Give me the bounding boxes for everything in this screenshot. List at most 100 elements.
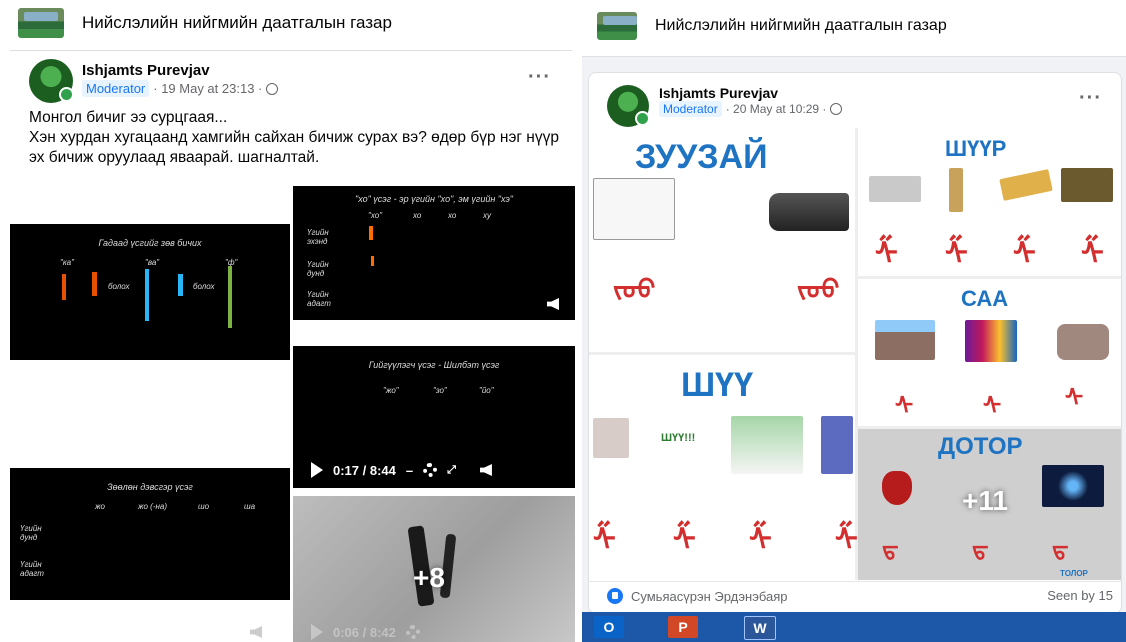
space-picture xyxy=(1042,465,1104,507)
video-thumbnail-2[interactable]: "хо" үсэг - эр үгийн "хо", эм үгийн "хэ"… xyxy=(293,186,575,320)
group-title[interactable]: Нийслэлийн нийгмийн даатгалын газар xyxy=(655,17,947,35)
more-options-icon[interactable]: ··· xyxy=(528,66,551,89)
left-panel: Нийслэлийн нийгмийн даатгалын газар Ishj… xyxy=(0,0,582,642)
group-header[interactable]: Нийслэлийн нийгмийн даатгалын газар xyxy=(597,12,947,40)
group-title[interactable]: Нийслэлийн нийгмийн даатгалын газар xyxy=(82,13,392,33)
script-glyph xyxy=(178,274,183,296)
strainer-picture xyxy=(731,416,803,474)
header-divider xyxy=(10,50,572,51)
fabric-picture xyxy=(965,320,1017,362)
mongol-script-glyph: ᠱ xyxy=(673,524,696,557)
video-row-label: Үгийн дунд xyxy=(20,524,42,542)
cow-picture xyxy=(1057,324,1109,360)
author-name[interactable]: Ishjamts Purevjav xyxy=(82,62,210,79)
video-header: хо xyxy=(448,211,457,220)
group-thumbnail[interactable] xyxy=(18,8,64,38)
dotor-photo[interactable]: ДОТОР ᠳ ᠳ ᠳ ТОЛОР +11 xyxy=(858,429,1121,580)
script-glyph xyxy=(145,269,149,321)
video-title: Гадаад үсгийг зөв бичих xyxy=(98,238,202,248)
online-status-dot xyxy=(59,87,74,102)
video-header: жо xyxy=(95,502,105,511)
more-media-count[interactable]: +8 xyxy=(413,562,445,594)
photo-grid[interactable]: ЗУУЗАЙ ᠵᠤᠤ ᠵᠤᠤ ШҮҮР ᠱ ᠱ ᠱ ᠱ САА ᠰ ᠰ ᠰ ШҮ… xyxy=(589,128,1121,580)
progress-dash[interactable]: – xyxy=(406,463,413,478)
video-title: Гийгүүлэгч үсэг - Шилбэт үсэг xyxy=(368,360,500,370)
video-thumbnail-4[interactable]: Зөөлөн дэвсгэр үсэг жо жо (-на) шо ша Үг… xyxy=(10,468,290,600)
outlook-icon[interactable]: O xyxy=(594,616,624,638)
globe-icon xyxy=(266,82,279,95)
video-header: хо xyxy=(413,211,422,220)
post-card: Ishjamts Purevjav Moderator · 20 May at … xyxy=(588,72,1122,614)
word-label: ШҮҮ xyxy=(681,366,753,404)
play-icon[interactable] xyxy=(311,462,323,478)
post-time[interactable]: · 19 May at 23:13 · xyxy=(153,81,262,96)
video-time: 0:06 / 8:42 xyxy=(333,624,396,640)
video-label: "ка" xyxy=(60,258,74,267)
grid-divider xyxy=(858,276,1121,279)
play-icon[interactable] xyxy=(311,624,323,640)
sieve-picture xyxy=(869,176,921,202)
video-title: Зөөлөн дэвсгэр үсэг xyxy=(107,482,193,492)
mongol-script-glyph: ᠱ xyxy=(1013,238,1036,271)
script-glyph xyxy=(92,272,97,296)
mute-icon[interactable] xyxy=(250,626,262,638)
video-label: болох xyxy=(193,282,215,291)
mute-icon[interactable] xyxy=(547,298,559,310)
video-time: 0:17 / 8:44 xyxy=(333,462,396,478)
author-name[interactable]: Ishjamts Purevjav xyxy=(659,85,778,101)
more-options-icon[interactable]: ··· xyxy=(1079,87,1102,110)
small-word-label: ШҮҮ!!! xyxy=(661,432,696,444)
video-label: "ва" xyxy=(145,258,160,267)
bottom-label: ТОЛОР xyxy=(1060,569,1088,578)
brush-picture xyxy=(999,169,1053,201)
settings-gear-icon[interactable] xyxy=(423,463,438,477)
word-label: ШҮҮР xyxy=(945,136,1007,161)
footer-divider xyxy=(589,581,1121,582)
mongol-script-glyph: ᠵᠤᠤ xyxy=(613,274,656,304)
settings-gear-icon[interactable] xyxy=(405,625,420,639)
reactions-bar[interactable]: Сумьяасүрэн Эрдэнэбаяр xyxy=(607,588,787,604)
more-photos-count[interactable]: +11 xyxy=(962,485,1008,517)
group-header[interactable]: Нийслэлийн нийгмийн даатгалын газар xyxy=(18,8,392,38)
video-thumbnail-1[interactable]: Гадаад үсгийг зөв бичих "ка" "ва" "ф" бо… xyxy=(10,224,290,360)
post-meta: Moderator · 19 May at 23:13 · xyxy=(82,80,279,97)
video-header: шо xyxy=(198,502,210,511)
grid-divider xyxy=(589,352,855,355)
word-icon[interactable]: W xyxy=(744,616,776,640)
script-glyph xyxy=(62,274,66,300)
mongol-script-glyph: ᠱ xyxy=(593,524,616,557)
boot-picture xyxy=(769,193,849,231)
post-time[interactable]: · 20 May at 10:29 · xyxy=(726,102,827,116)
group-thumbnail[interactable] xyxy=(597,12,637,40)
video-header: "йо" xyxy=(479,386,494,395)
video-row-label: Үгийн адагт xyxy=(307,290,331,308)
reactor-name[interactable]: Сумьяасүрэн Эрдэнэбаяр xyxy=(631,589,787,604)
video-header: ху xyxy=(483,211,491,220)
fullscreen-icon[interactable]: ⤢ xyxy=(447,464,456,477)
word-label: ДОТОР xyxy=(938,433,1023,460)
video-header: ша xyxy=(244,502,256,511)
video-header: жо (-на) xyxy=(138,502,168,511)
powerpoint-icon[interactable]: P xyxy=(668,616,698,638)
right-panel: Нийслэлийн нийгмийн даатгалын газар Ishj… xyxy=(582,0,1126,642)
author-avatar[interactable] xyxy=(607,85,650,127)
video-title: "хо" үсэг - эр үгийн "хо", эм үгийн "хэ" xyxy=(355,194,513,204)
diagram-picture xyxy=(593,178,675,240)
mongol-script-glyph: ᠱ xyxy=(875,238,898,271)
mute-icon[interactable] xyxy=(479,464,492,476)
mongol-script-glyph: ᠰ xyxy=(983,393,1002,420)
moderator-badge: Moderator xyxy=(82,80,150,97)
video-header: "зо" xyxy=(433,386,447,395)
mongol-script-glyph: ᠱ xyxy=(835,524,858,557)
script-glyph xyxy=(369,226,373,240)
video-thumbnail-5[interactable]: +8 0:06 / 8:42 xyxy=(293,496,575,642)
video-controls: 0:17 / 8:44 – ⤢ xyxy=(311,462,561,478)
heart-picture xyxy=(882,471,912,505)
online-status-dot xyxy=(635,111,650,126)
mongol-script-glyph: ᠵᠤᠤ xyxy=(797,274,840,304)
video-label: болох xyxy=(108,282,130,291)
video-header: "хо" xyxy=(368,211,383,220)
author-avatar[interactable] xyxy=(29,59,74,103)
video-thumbnail-3[interactable]: Гийгүүлэгч үсэг - Шилбэт үсэг "жо" "зо" … xyxy=(293,346,575,488)
seen-count[interactable]: Seen by 15 xyxy=(1047,588,1113,603)
